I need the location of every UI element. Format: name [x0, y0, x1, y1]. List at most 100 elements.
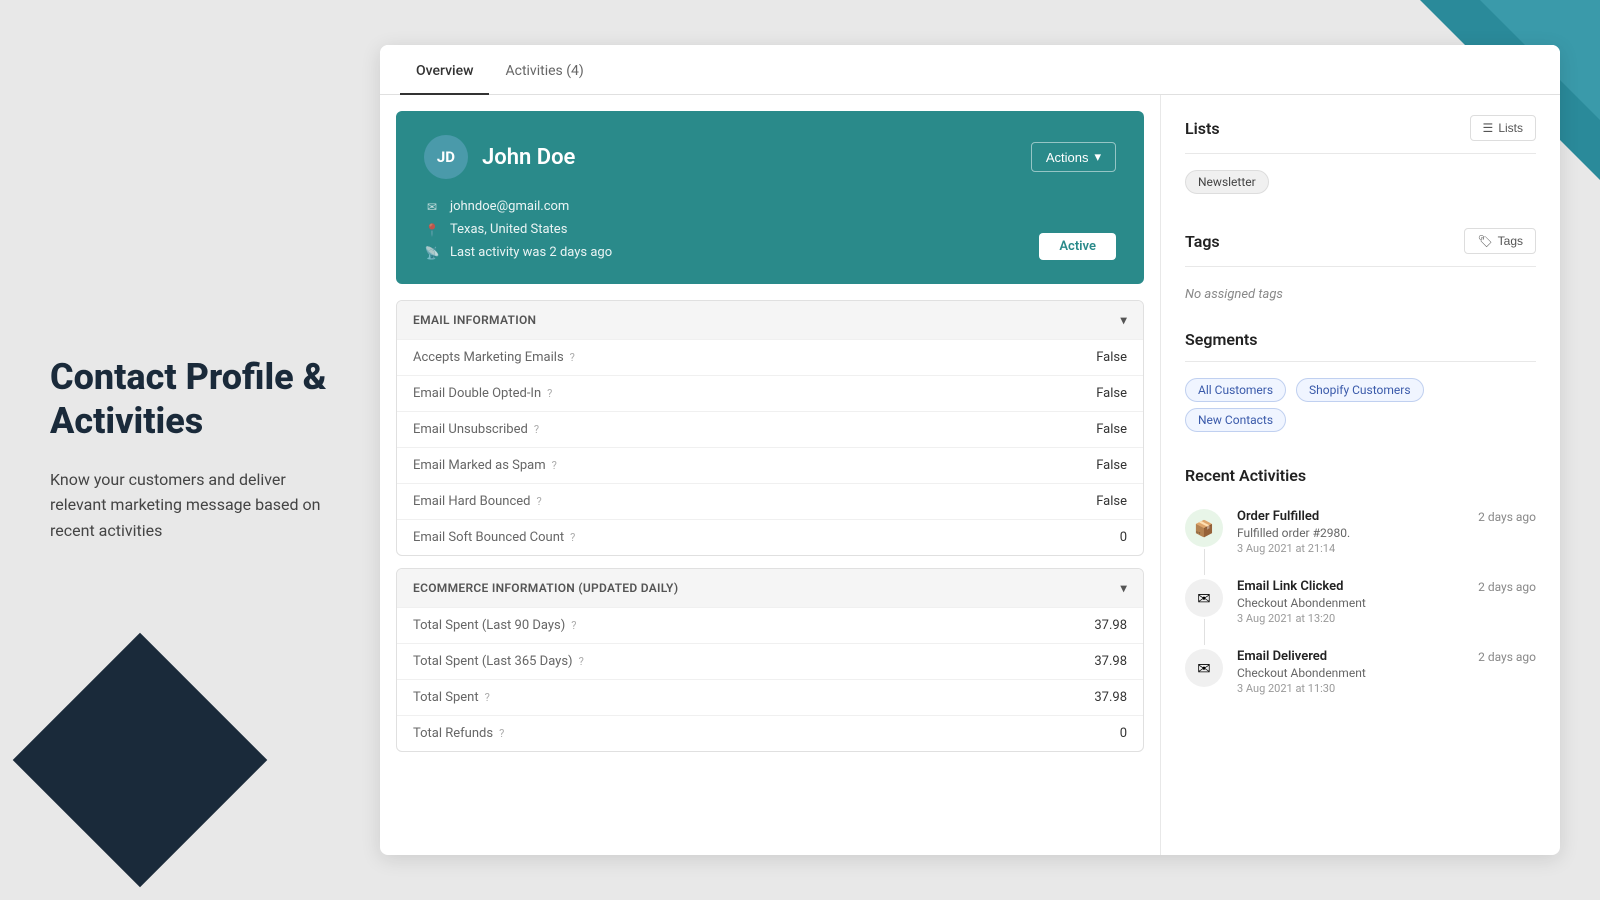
lists-items: Newsletter	[1185, 170, 1536, 200]
info-value: 0	[1120, 726, 1127, 741]
segments-header: Segments	[1185, 330, 1536, 349]
activity-content: Order Fulfilled 2 days ago Fulfilled ord…	[1237, 509, 1536, 555]
help-icon: ?	[571, 619, 576, 632]
activity-timestamp: 3 Aug 2021 at 21:14	[1237, 542, 1536, 555]
info-label: Total Spent (Last 365 Days) ?	[413, 654, 1094, 669]
info-value: False	[1096, 386, 1127, 401]
no-tags-text: No assigned tags	[1185, 287, 1283, 302]
location-row: 📍 Texas, United States	[424, 222, 1116, 237]
activity-row: 📡 Last activity was 2 days ago	[424, 245, 1116, 260]
profile-top: JD John Doe Actions ▾	[424, 135, 1116, 179]
info-label: Email Soft Bounced Count ?	[413, 530, 1120, 545]
activity-title-row: Email Delivered 2 days ago	[1237, 649, 1536, 664]
status-badge: Active	[1039, 233, 1116, 260]
activity-subtitle: Checkout Abondenment	[1237, 596, 1536, 610]
ecommerce-info-section: ECOMMERCE INFORMATION (UPDATED DAILY) ▾ …	[396, 568, 1144, 752]
tab-activities[interactable]: Activities (4)	[489, 45, 599, 95]
info-label: Email Hard Bounced ?	[413, 494, 1096, 509]
segment-item[interactable]: All Customers	[1185, 378, 1286, 402]
email-section-header[interactable]: EMAIL INFORMATION ▾	[397, 301, 1143, 339]
ecommerce-section-header[interactable]: ECOMMERCE INFORMATION (UPDATED DAILY) ▾	[397, 569, 1143, 607]
avatar: JD	[424, 135, 468, 179]
actions-button[interactable]: Actions ▾	[1031, 142, 1116, 172]
lists-header: Lists ☰ Lists	[1185, 115, 1536, 141]
tab-overview[interactable]: Overview	[400, 45, 489, 95]
segments-section: Segments All Customers Shopify Customers…	[1185, 330, 1536, 438]
segments-items: All Customers Shopify Customers New Cont…	[1185, 378, 1536, 438]
profile-name: John Doe	[482, 145, 575, 170]
activity-item: 📦 Order Fulfilled 2 days ago Fulfilled o…	[1185, 497, 1536, 567]
email-link-clicked-icon: ✉	[1185, 579, 1223, 617]
info-value: 37.98	[1094, 654, 1127, 669]
info-value: 37.98	[1094, 690, 1127, 705]
activity-time: 2 days ago	[1478, 580, 1536, 594]
left-panel: Contact Profile & Activities Know your c…	[0, 0, 380, 900]
main-card: Overview Activities (4) JD John Doe Acti…	[380, 45, 1560, 855]
collapse-icon: ▾	[1121, 313, 1127, 327]
profile-details: ✉ johndoe@gmail.com 📍 Texas, United Stat…	[424, 199, 1116, 260]
location-icon: 📍	[424, 223, 440, 237]
help-icon: ?	[485, 691, 490, 704]
tags-title: Tags	[1185, 232, 1220, 251]
lists-title: Lists	[1185, 119, 1220, 138]
info-value: False	[1096, 422, 1127, 437]
help-icon: ?	[570, 351, 575, 364]
activity-item: ✉ Email Link Clicked 2 days ago Checkout…	[1185, 567, 1536, 637]
info-label: Email Double Opted-In ?	[413, 386, 1096, 401]
info-label: Total Refunds ?	[413, 726, 1120, 741]
activity-title-row: Email Link Clicked 2 days ago	[1237, 579, 1536, 594]
chevron-down-icon: ▾	[1094, 149, 1101, 165]
activity-content: Email Delivered 2 days ago Checkout Abon…	[1237, 649, 1536, 695]
activity-title: Email Link Clicked	[1237, 579, 1343, 594]
activity-timestamp: 3 Aug 2021 at 13:20	[1237, 612, 1536, 625]
activity-time: 2 days ago	[1478, 510, 1536, 524]
info-value: 0	[1120, 530, 1127, 545]
activity-content: Email Link Clicked 2 days ago Checkout A…	[1237, 579, 1536, 625]
info-row: Email Marked as Spam ? False	[397, 447, 1143, 483]
profile-last-activity: Last activity was 2 days ago	[450, 245, 612, 260]
activity-timestamp: 3 Aug 2021 at 11:30	[1237, 682, 1536, 695]
help-icon: ?	[570, 531, 575, 544]
profile-section: JD John Doe Actions ▾ ✉ johndoe@gmail.co…	[380, 95, 1160, 855]
info-value: False	[1096, 458, 1127, 473]
list-item[interactable]: Newsletter	[1185, 170, 1269, 194]
profile-name-row: JD John Doe	[424, 135, 575, 179]
help-icon: ?	[536, 495, 541, 508]
info-row: Total Refunds ? 0	[397, 715, 1143, 751]
profile-email: johndoe@gmail.com	[450, 199, 569, 214]
activity-subtitle: Checkout Abondenment	[1237, 666, 1536, 680]
segments-title: Segments	[1185, 330, 1258, 349]
info-label: Accepts Marketing Emails ?	[413, 350, 1096, 365]
activity-title: Order Fulfilled	[1237, 509, 1319, 524]
info-label: Email Marked as Spam ?	[413, 458, 1096, 473]
tag-icon: 🏷	[1477, 234, 1492, 248]
activity-subtitle: Fulfilled order #2980.	[1237, 526, 1536, 540]
profile-location: Texas, United States	[450, 222, 567, 237]
info-row: Email Hard Bounced ? False	[397, 483, 1143, 519]
divider	[1185, 266, 1536, 267]
hero-description: Know your customers and deliver relevant…	[50, 467, 330, 544]
tags-header: Tags 🏷 Tags	[1185, 228, 1536, 254]
activity-title-row: Order Fulfilled 2 days ago	[1237, 509, 1536, 524]
help-icon: ?	[499, 727, 504, 740]
content-area: JD John Doe Actions ▾ ✉ johndoe@gmail.co…	[380, 95, 1560, 855]
info-row: Total Spent (Last 365 Days) ? 37.98	[397, 643, 1143, 679]
segment-item[interactable]: Shopify Customers	[1296, 378, 1423, 402]
info-label: Email Unsubscribed ?	[413, 422, 1096, 437]
email-icon: ✉	[424, 200, 440, 214]
email-row: ✉ johndoe@gmail.com	[424, 199, 1116, 214]
segment-item[interactable]: New Contacts	[1185, 408, 1286, 432]
help-icon: ?	[547, 387, 552, 400]
activity-icon: 📡	[424, 246, 440, 260]
lists-button[interactable]: ☰ Lists	[1470, 115, 1536, 141]
order-fulfilled-icon: 📦	[1185, 509, 1223, 547]
info-row: Email Double Opted-In ? False	[397, 375, 1143, 411]
email-delivered-icon: ✉	[1185, 649, 1223, 687]
tags-button[interactable]: 🏷 Tags	[1464, 228, 1536, 254]
info-value: False	[1096, 494, 1127, 509]
recent-activities-title: Recent Activities	[1185, 466, 1306, 485]
divider	[1185, 361, 1536, 362]
lists-section: Lists ☰ Lists Newsletter	[1185, 115, 1536, 200]
help-icon: ?	[579, 655, 584, 668]
recent-activities-header: Recent Activities	[1185, 466, 1536, 485]
